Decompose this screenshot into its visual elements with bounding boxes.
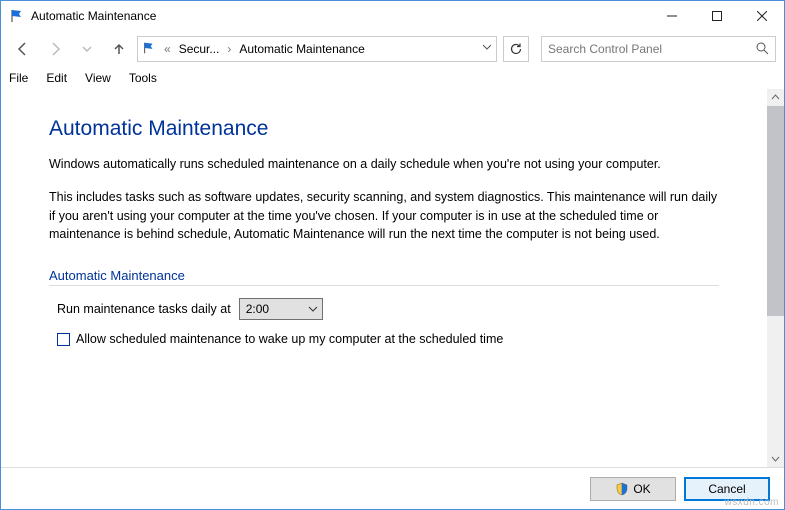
content-area: Automatic Maintenance Windows automatica… bbox=[1, 89, 767, 467]
maximize-button[interactable] bbox=[694, 1, 739, 31]
menu-file[interactable]: File bbox=[9, 71, 28, 85]
search-icon[interactable] bbox=[755, 41, 769, 58]
address-bar[interactable]: « Secur... › Automatic Maintenance bbox=[137, 36, 497, 62]
scroll-track[interactable] bbox=[767, 316, 784, 450]
up-button[interactable] bbox=[105, 35, 133, 63]
back-button[interactable] bbox=[9, 35, 37, 63]
minimize-button[interactable] bbox=[649, 1, 694, 31]
menu-tools[interactable]: Tools bbox=[129, 71, 157, 85]
shield-icon bbox=[615, 482, 629, 496]
scroll-down-icon[interactable] bbox=[767, 450, 784, 467]
chevron-down-icon[interactable] bbox=[482, 41, 492, 55]
wake-checkbox[interactable] bbox=[57, 333, 70, 346]
page-title: Automatic Maintenance bbox=[49, 117, 719, 141]
time-field-label: Run maintenance tasks daily at bbox=[57, 302, 231, 316]
menubar: File Edit View Tools bbox=[1, 67, 784, 89]
cancel-label: Cancel bbox=[708, 482, 745, 496]
search-placeholder: Search Control Panel bbox=[548, 42, 662, 56]
search-input[interactable]: Search Control Panel bbox=[541, 36, 776, 62]
breadcrumb-seg-1[interactable]: Secur... bbox=[179, 42, 220, 56]
menu-view[interactable]: View bbox=[85, 71, 111, 85]
scroll-up-icon[interactable] bbox=[767, 89, 784, 106]
paragraph-1: Windows automatically runs scheduled mai… bbox=[49, 155, 719, 174]
flag-icon bbox=[9, 8, 25, 24]
close-button[interactable] bbox=[739, 1, 784, 31]
chevron-down-icon bbox=[308, 303, 318, 317]
breadcrumb-seg-2[interactable]: Automatic Maintenance bbox=[239, 42, 364, 56]
watermark: wsxdn.com bbox=[724, 497, 779, 508]
window-title: Automatic Maintenance bbox=[31, 9, 156, 23]
chevron-left-icon: « bbox=[160, 42, 175, 56]
paragraph-2: This includes tasks such as software upd… bbox=[49, 188, 719, 244]
section-heading: Automatic Maintenance bbox=[49, 268, 719, 283]
forward-button[interactable] bbox=[41, 35, 69, 63]
divider bbox=[49, 285, 719, 286]
recent-dropdown[interactable] bbox=[73, 35, 101, 63]
wake-checkbox-label[interactable]: Allow scheduled maintenance to wake up m… bbox=[76, 332, 503, 346]
time-value: 2:00 bbox=[246, 302, 269, 316]
navbar: « Secur... › Automatic Maintenance Searc… bbox=[1, 31, 784, 67]
titlebar: Automatic Maintenance bbox=[1, 1, 784, 31]
ok-button[interactable]: OK bbox=[590, 477, 676, 501]
refresh-button[interactable] bbox=[503, 36, 529, 62]
scroll-thumb[interactable] bbox=[767, 106, 784, 316]
footer: OK Cancel bbox=[1, 467, 784, 509]
time-select[interactable]: 2:00 bbox=[239, 298, 323, 320]
menu-edit[interactable]: Edit bbox=[46, 71, 67, 85]
ok-label: OK bbox=[633, 482, 650, 496]
vertical-scrollbar[interactable] bbox=[767, 89, 784, 467]
flag-icon bbox=[142, 41, 156, 58]
chevron-right-icon: › bbox=[223, 42, 235, 56]
